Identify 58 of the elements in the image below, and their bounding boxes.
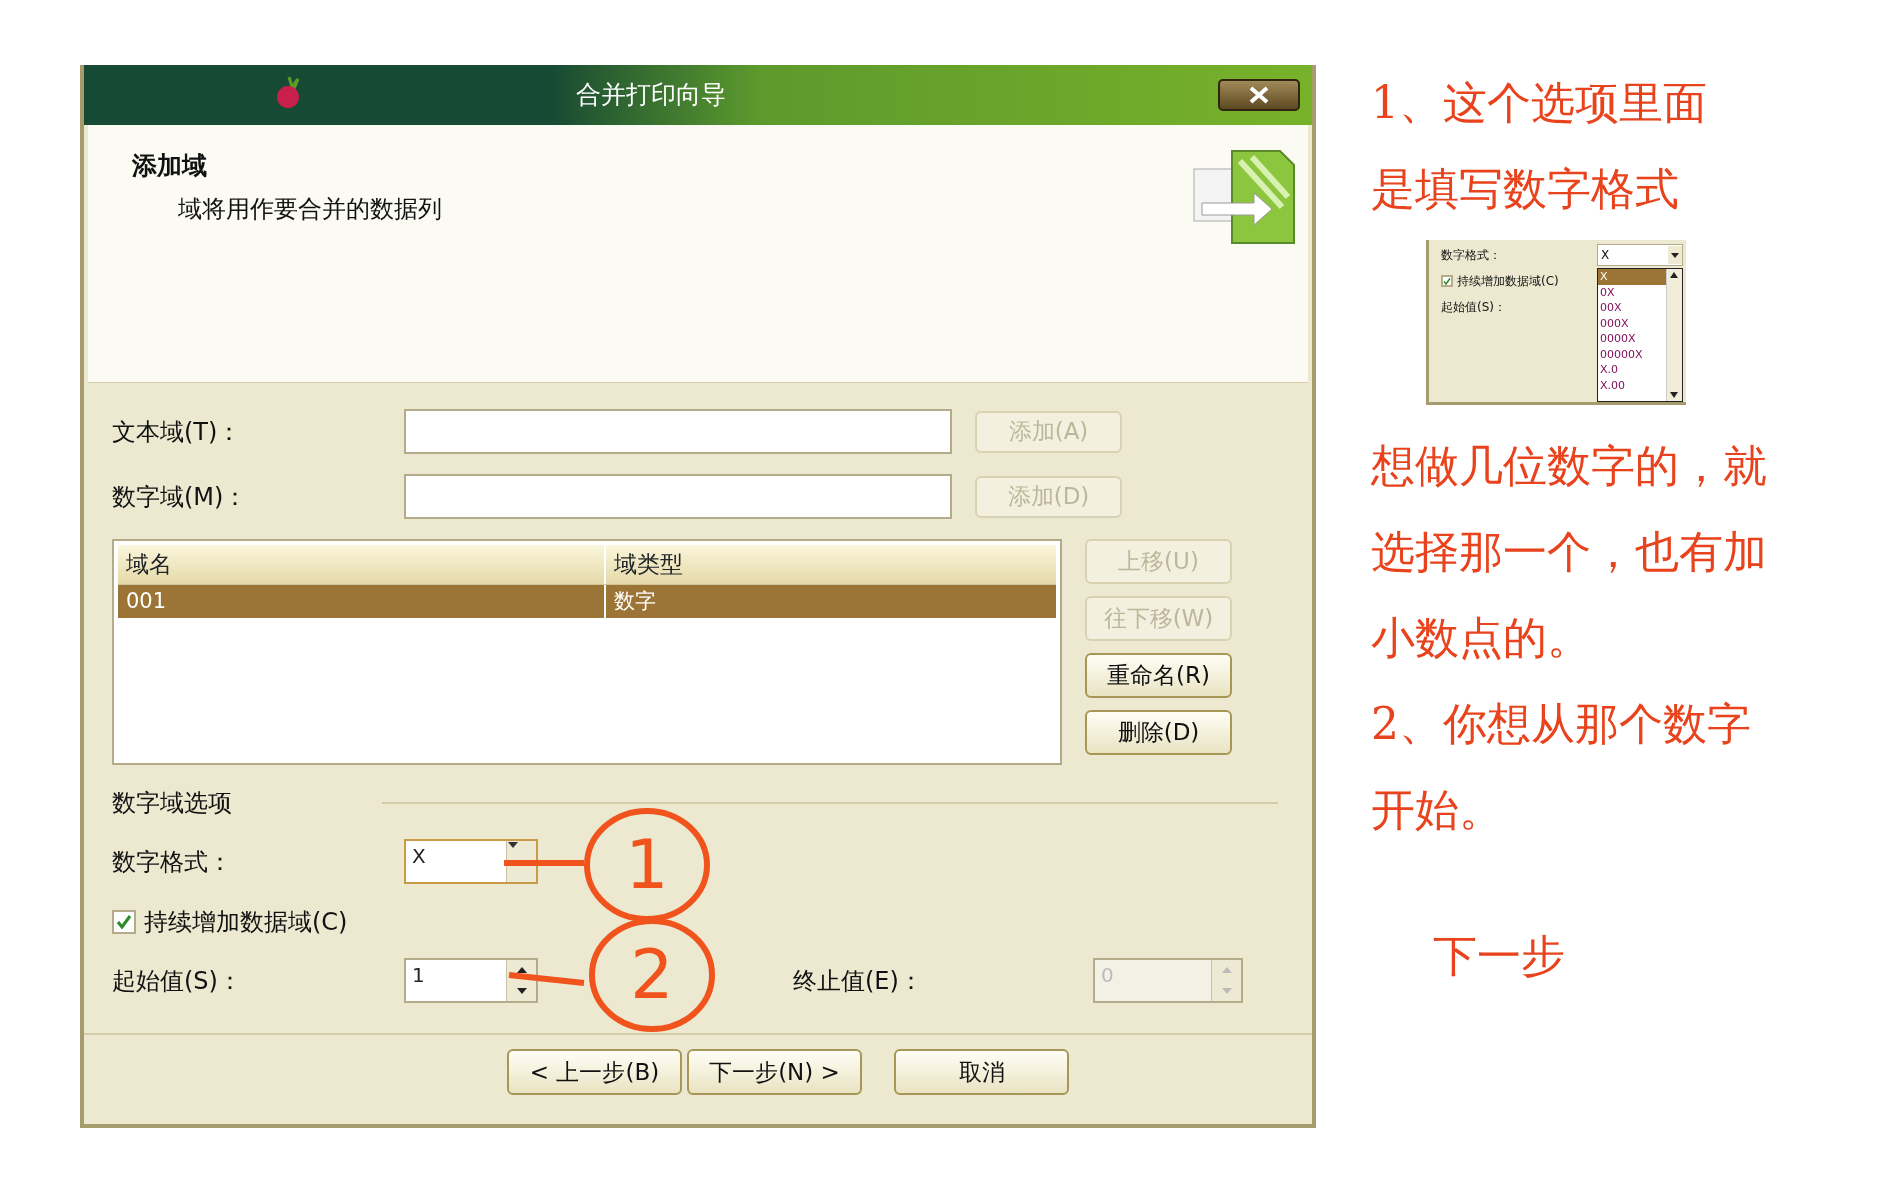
callout-number: 2 bbox=[629, 934, 675, 1016]
dropdown-option: 00X bbox=[1598, 300, 1666, 316]
next-button[interactable]: 下一步(N) > bbox=[687, 1049, 862, 1095]
down-arrow-icon[interactable] bbox=[515, 986, 528, 995]
dropdown-option: 000X bbox=[1598, 315, 1666, 331]
cancel-button[interactable]: 取消 bbox=[894, 1049, 1069, 1095]
rename-button[interactable]: 重命名(R) bbox=[1085, 653, 1232, 698]
up-arrow-icon[interactable] bbox=[515, 966, 528, 975]
caret-icon bbox=[507, 841, 519, 849]
annotation-text: 2、你想从那个数字 bbox=[1371, 697, 1752, 751]
field-label: 终止值(E)： bbox=[793, 965, 924, 997]
annotation-text: 选择那一个，也有加 bbox=[1371, 525, 1768, 579]
format-dropdown[interactable]: X bbox=[404, 839, 538, 884]
annotation-text: 小数点的。 bbox=[1371, 611, 1592, 665]
list-row[interactable]: 001 数字 bbox=[118, 584, 1056, 618]
dropdown-value: X bbox=[411, 843, 427, 870]
caret-icon bbox=[1668, 246, 1682, 264]
field-label: 数字格式： bbox=[112, 846, 233, 878]
field-label: 起始值(S)： bbox=[1441, 300, 1506, 314]
column-header[interactable]: 域类型 bbox=[606, 545, 691, 584]
spin-value: 0 bbox=[1100, 962, 1115, 989]
close-button[interactable] bbox=[1218, 79, 1300, 111]
window-title: 合并打印向导 bbox=[576, 79, 726, 112]
column-header[interactable]: 域名 bbox=[118, 545, 606, 584]
field-label: 数字域(M)： bbox=[112, 481, 249, 513]
annotation-text: 1、这个选项里面 bbox=[1371, 76, 1708, 130]
callout-number: 1 bbox=[624, 824, 670, 906]
field-label: 文本域(T)： bbox=[112, 416, 243, 448]
annotation-text: 下一步 bbox=[1433, 929, 1566, 983]
header-subtitle: 域将用作要合并的数据列 bbox=[178, 193, 442, 225]
back-button[interactable]: < 上一步(B) bbox=[507, 1049, 682, 1095]
delete-button[interactable]: 删除(D) bbox=[1085, 710, 1232, 755]
list-cell: 001 bbox=[118, 584, 606, 618]
annotation-text: 是填写数字格式 bbox=[1371, 162, 1680, 216]
start-value-spinner[interactable]: 1 bbox=[404, 958, 538, 1003]
dropdown-option: 0000X bbox=[1598, 331, 1666, 347]
dropdown-value: X bbox=[1601, 248, 1610, 262]
field-label: 起始值(S)： bbox=[112, 965, 243, 997]
field-label: 数字格式： bbox=[1441, 248, 1501, 262]
checkmark-icon bbox=[116, 914, 132, 930]
input-field[interactable] bbox=[404, 474, 952, 519]
dropdown-option: X.0 bbox=[1598, 362, 1666, 378]
list-cell-text: 数字 bbox=[613, 587, 657, 615]
dropdown-option: 00000X bbox=[1598, 346, 1666, 362]
checkbox[interactable] bbox=[112, 910, 136, 934]
annotation-text: 想做几位数字的，就 bbox=[1371, 439, 1768, 493]
checkbox-label: 持续增加数据域(C) bbox=[1457, 274, 1559, 288]
dropdown-option: X.00 bbox=[1598, 377, 1666, 393]
annotation-text: 开始。 bbox=[1371, 783, 1504, 837]
dropdown-option: X bbox=[1598, 269, 1666, 285]
checkbox-label: 持续增加数据域(C) bbox=[144, 907, 349, 938]
spin-value: 1 bbox=[411, 962, 426, 989]
document-arrow-icon bbox=[1192, 147, 1296, 247]
section-heading: 数字域选项 bbox=[112, 788, 232, 819]
input-field[interactable] bbox=[404, 409, 952, 454]
header-title: 添加域 bbox=[132, 150, 208, 182]
dropdown-option: 0X bbox=[1598, 284, 1666, 300]
close-icon bbox=[1248, 86, 1270, 104]
